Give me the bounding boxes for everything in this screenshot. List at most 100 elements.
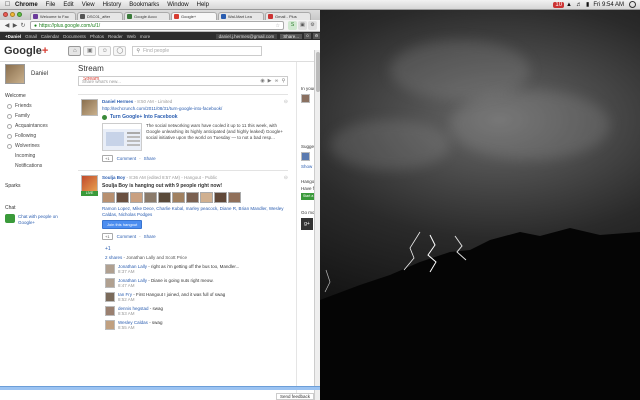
gbar-calendar[interactable]: Calendar xyxy=(39,34,61,39)
zoom-window-icon[interactable] xyxy=(17,12,22,17)
tab-welcome[interactable]: Welcome to Fac xyxy=(30,12,76,20)
clock[interactable]: Fri 9:54 AM xyxy=(591,2,626,8)
avatar[interactable] xyxy=(102,192,115,203)
avatar[interactable] xyxy=(144,192,157,203)
nav-incoming[interactable]: Incoming xyxy=(5,153,71,159)
gbar-documents[interactable]: Documents xyxy=(61,34,88,39)
gbar-photos[interactable]: Photos xyxy=(88,34,106,39)
horizontal-scrollbar[interactable] xyxy=(0,386,320,390)
apple-icon[interactable]:  xyxy=(4,1,11,8)
link-preview-title[interactable]: Turn Google+ Into Facebook xyxy=(102,114,288,120)
address-bar[interactable]: ● https://plus.google.com/u/1/ ☆ xyxy=(30,21,284,30)
google-plus-logo[interactable]: Google+ xyxy=(4,45,48,57)
reload-icon[interactable]: ↻ xyxy=(19,22,27,30)
avatar[interactable] xyxy=(301,152,310,161)
link-icon[interactable]: ∞ xyxy=(273,78,280,84)
plus-one-button[interactable]: +1 xyxy=(102,233,113,240)
plus-one-button[interactable]: +1 xyxy=(102,155,113,162)
nav-circle-acquaintances[interactable]: Acquaintances xyxy=(5,123,71,129)
avatar[interactable] xyxy=(116,192,129,203)
shares-count[interactable]: 2 shares xyxy=(105,255,122,260)
tab-walmart[interactable]: Wal-Mart Lea xyxy=(218,12,264,20)
nav-circle-family[interactable]: Family xyxy=(5,113,71,119)
menu-window[interactable]: Window xyxy=(163,2,192,8)
comment-link[interactable]: Comment xyxy=(117,234,137,239)
avatar[interactable] xyxy=(105,278,115,288)
send-feedback-button[interactable]: Send feedback xyxy=(276,393,315,400)
avatar[interactable] xyxy=(105,306,115,316)
wrench-icon[interactable]: ⚙ xyxy=(308,21,317,30)
volume-icon[interactable]: ♬ xyxy=(574,2,584,8)
tab-google-plus[interactable]: Google+ xyxy=(171,12,217,20)
tab-dsc01[interactable]: DSC01_after xyxy=(77,12,123,20)
gmail-badge[interactable]: 10 xyxy=(553,1,565,8)
profile-icon[interactable]: ☺ xyxy=(98,45,112,56)
camera-icon[interactable]: ◉ xyxy=(259,78,266,84)
gbar-more[interactable]: more xyxy=(138,34,152,39)
nav-circle-following[interactable]: Following xyxy=(5,133,71,139)
avatar[interactable] xyxy=(105,292,115,302)
menu-file[interactable]: File xyxy=(42,2,60,8)
nav-circle-friends[interactable]: Friends xyxy=(5,103,71,109)
avatar[interactable] xyxy=(186,192,199,203)
extension-icon[interactable]: S xyxy=(288,21,297,30)
avatar[interactable] xyxy=(105,320,115,330)
share-link[interactable]: Share xyxy=(144,234,156,239)
post-menu-icon[interactable]: ⊖ xyxy=(284,175,288,181)
vertical-scrollbar[interactable] xyxy=(314,50,320,400)
avatar[interactable] xyxy=(81,175,98,192)
avatar[interactable] xyxy=(301,94,310,103)
menu-help[interactable]: Help xyxy=(193,2,213,8)
chat-link[interactable]: Chat with people on Google+ xyxy=(18,214,71,226)
close-window-icon[interactable] xyxy=(3,12,8,17)
gbar-web[interactable]: Web xyxy=(125,34,138,39)
circles-icon[interactable]: ◯ xyxy=(113,45,127,56)
avatar[interactable] xyxy=(81,99,98,116)
gbar-gmail[interactable]: Gmail xyxy=(23,34,39,39)
avatar[interactable] xyxy=(130,192,143,203)
account-email[interactable]: daniel.j.hermes@gmail.com xyxy=(215,33,278,39)
avatar[interactable] xyxy=(158,192,171,203)
back-icon[interactable]: ◀ xyxy=(3,22,11,30)
avatar[interactable] xyxy=(5,64,25,84)
tab-google-accounts[interactable]: Google Acco xyxy=(124,12,170,20)
avatar[interactable] xyxy=(214,192,227,203)
avatar[interactable] xyxy=(172,192,185,203)
location-icon[interactable]: ⚲ xyxy=(280,78,287,84)
post-url[interactable]: http://techcrunch.com/2011/08/31/turn-go… xyxy=(102,106,288,111)
battery-icon[interactable]: ▮ xyxy=(584,1,591,8)
post-author[interactable]: Daniel Hermes xyxy=(102,99,133,104)
avatar[interactable] xyxy=(228,192,241,203)
find-people-input[interactable]: ⚲ Find people xyxy=(132,45,263,56)
google-plus-mobile-icon[interactable]: g+ xyxy=(301,218,313,230)
minimize-window-icon[interactable] xyxy=(10,12,15,17)
gbar-share-button[interactable]: Share... xyxy=(280,33,302,39)
share-link[interactable]: Share xyxy=(144,156,156,161)
nav-sparks[interactable]: Sparks xyxy=(5,183,71,189)
plus-one-count[interactable]: +1 xyxy=(105,246,288,252)
video-icon[interactable]: ▶ xyxy=(266,78,273,84)
nav-notifications[interactable]: Notifications xyxy=(5,163,71,169)
wifi-icon[interactable]: ▲ xyxy=(564,2,574,8)
post-author[interactable]: Soulja Boy xyxy=(102,175,125,180)
spotlight-icon[interactable] xyxy=(629,1,636,8)
join-hangout-button[interactable]: Join this hangout xyxy=(102,220,143,229)
photos-icon[interactable]: ▣ xyxy=(83,45,97,56)
menu-bookmarks[interactable]: Bookmarks xyxy=(125,2,163,8)
share-box[interactable]: Share what's new... ◉ ▶ ∞ ⚲ xyxy=(78,76,288,86)
menu-app-name[interactable]: Chrome xyxy=(11,2,42,8)
bookmark-star-icon[interactable]: ☆ xyxy=(276,23,280,29)
link-thumbnail[interactable] xyxy=(102,123,142,151)
menu-view[interactable]: View xyxy=(78,2,99,8)
extension-icon[interactable]: ▣ xyxy=(298,21,307,30)
tab-gmail[interactable]: Gmail - Plus xyxy=(265,12,311,20)
settings-gear-icon[interactable]: ⚙ xyxy=(313,33,320,39)
gbar-reader[interactable]: Reader xyxy=(106,34,125,39)
profile-summary[interactable]: Daniel xyxy=(5,64,71,84)
comment-link[interactable]: Comment xyxy=(117,156,137,161)
nav-circle-wolverines[interactable]: Wolverines xyxy=(5,143,71,149)
hangout-participants[interactable]: Ramon Lopez, Mike Dece, Charlie Kubal, m… xyxy=(102,206,288,218)
avatar[interactable] xyxy=(105,264,115,274)
home-icon[interactable]: ⌂ xyxy=(68,45,82,56)
avatar[interactable] xyxy=(200,192,213,203)
